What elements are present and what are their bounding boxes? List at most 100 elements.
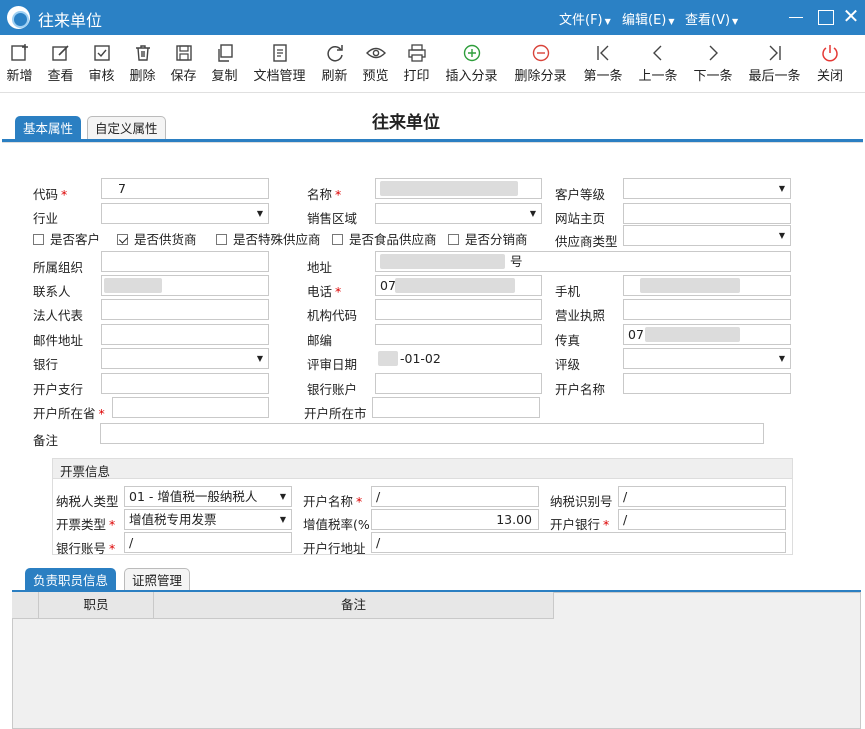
next-icon — [709, 45, 718, 61]
tax-id-input[interactable]: / — [618, 486, 786, 507]
label-mobile: 手机 — [555, 284, 581, 299]
checkbox-box[interactable] — [332, 234, 343, 245]
industry-select[interactable] — [101, 203, 269, 224]
checkbox-box[interactable] — [216, 234, 227, 245]
bank-select[interactable] — [101, 348, 269, 369]
supplier-type-select[interactable] — [623, 225, 791, 246]
remark-input[interactable] — [100, 423, 764, 444]
maximize-button[interactable] — [814, 6, 836, 28]
tab-staff-info[interactable]: 负责职员信息 — [25, 568, 117, 592]
label-invoice-name: 开户名称 * — [303, 494, 363, 509]
org-code-input[interactable] — [375, 299, 542, 320]
redacted-block — [640, 278, 740, 293]
redacted-block — [395, 278, 515, 293]
bank-account-input[interactable] — [375, 373, 542, 394]
tax-rate-input[interactable]: 13.00 — [371, 509, 539, 530]
code-input[interactable]: 7 — [101, 178, 269, 199]
review-date-input[interactable]: -01-02 — [375, 348, 542, 369]
label-account-no: 银行账号 * — [56, 541, 116, 556]
power-icon — [822, 45, 838, 62]
audit-button[interactable]: 审核 — [88, 39, 115, 84]
close-window-button[interactable]: ✕ — [840, 6, 862, 28]
website-input[interactable] — [623, 203, 791, 224]
label-address: 地址 — [307, 260, 333, 275]
rating-select[interactable] — [623, 348, 791, 369]
taxpayer-type-select[interactable]: 01 - 增值税一般纳税人 — [124, 486, 292, 507]
menu-file[interactable]: 文件(F) ▼ — [559, 9, 611, 28]
grid-header-remark[interactable]: 备注 — [154, 592, 554, 618]
grid-row-header — [12, 592, 39, 618]
window-title: 往来单位 — [38, 11, 103, 30]
invoice-name-input[interactable]: / — [371, 486, 539, 507]
menu-edit[interactable]: 编辑(E) ▼ — [622, 9, 675, 28]
postcode-input[interactable] — [375, 324, 542, 345]
refresh-icon — [326, 45, 343, 62]
tab-custom[interactable]: 自定义属性 — [87, 116, 166, 140]
label-taxpayer-type: 纳税人类型 — [56, 494, 119, 509]
tab-license-manage[interactable]: 证照管理 — [124, 568, 191, 592]
next-record-button[interactable]: 下一条 — [692, 39, 734, 84]
document-manage-button[interactable]: 文档管理 — [252, 39, 307, 84]
label-org: 所属组织 — [33, 260, 84, 275]
checkbox-box[interactable] — [448, 234, 459, 245]
city-input[interactable] — [372, 397, 540, 418]
label-code: 代码 * — [33, 187, 68, 202]
checkbox-customer[interactable]: 是否客户 — [33, 229, 100, 248]
customer-level-select[interactable] — [623, 178, 791, 199]
form-title: 往来单位 — [372, 113, 440, 133]
license-input[interactable] — [623, 299, 791, 320]
province-input[interactable] — [112, 397, 269, 418]
app-logo-icon — [7, 6, 30, 29]
checkbox-food-supplier[interactable]: 是否食品供应商 — [332, 229, 437, 248]
bank-address-input[interactable]: / — [371, 532, 786, 553]
label-customer-level: 客户等级 — [555, 187, 606, 202]
label-bank-account: 银行账户 — [307, 382, 358, 397]
new-icon — [10, 44, 28, 61]
mail-address-input[interactable] — [101, 324, 269, 345]
redacted-block — [380, 254, 505, 269]
checkbox-special-supplier[interactable]: 是否特殊供应商 — [216, 229, 321, 248]
delete-entry-button[interactable]: 删除分录 — [513, 39, 568, 84]
checkbox-box-checked[interactable] — [117, 234, 128, 245]
delete-button[interactable]: 删除 — [129, 39, 156, 84]
org-input[interactable] — [101, 251, 269, 272]
sales-region-select[interactable] — [375, 203, 542, 224]
account-name-input[interactable] — [623, 373, 791, 394]
trash-icon — [135, 45, 150, 61]
prev-icon — [653, 45, 662, 61]
title-bar: 往来单位 文件(F) ▼ 编辑(E) ▼ 查看(V) ▼ ✕ — [0, 0, 865, 35]
tab-basic[interactable]: 基本属性 — [15, 116, 82, 140]
copy-button[interactable]: 复制 — [211, 39, 238, 84]
checkbox-distributor[interactable]: 是否分销商 — [448, 229, 528, 248]
grid-header-staff[interactable]: 职员 — [39, 592, 154, 618]
close-button[interactable]: 关闭 — [816, 39, 844, 84]
invoice-bank-input[interactable]: / — [618, 509, 786, 530]
label-legal-rep: 法人代表 — [33, 308, 84, 323]
menu-view[interactable]: 查看(V) ▼ — [685, 9, 738, 28]
invoice-type-select[interactable]: 增值税专用发票 — [124, 509, 292, 530]
redacted-block — [380, 181, 518, 196]
printer-icon — [407, 44, 426, 62]
preview-button[interactable]: 预览 — [362, 39, 389, 84]
view-button[interactable]: 查看 — [47, 39, 74, 84]
checkbox-supplier[interactable]: 是否供货商 — [117, 229, 197, 248]
label-tax-id: 纳税识别号 — [550, 494, 613, 509]
label-industry: 行业 — [33, 211, 59, 226]
checkbox-box[interactable] — [33, 234, 44, 245]
refresh-button[interactable]: 刷新 — [321, 39, 348, 84]
last-record-button[interactable]: 最后一条 — [747, 39, 802, 84]
new-button[interactable]: 新增 — [6, 39, 33, 84]
print-button[interactable]: 打印 — [403, 39, 430, 84]
insert-entry-button[interactable]: 插入分录 — [444, 39, 499, 84]
label-org-code: 机构代码 — [307, 308, 358, 323]
save-button[interactable]: 保存 — [170, 39, 197, 84]
prev-record-button[interactable]: 上一条 — [637, 39, 679, 84]
label-mail-address: 邮件地址 — [33, 333, 84, 348]
minimize-button[interactable] — [785, 6, 807, 28]
first-record-button[interactable]: 第一条 — [582, 39, 624, 84]
legal-rep-input[interactable] — [101, 299, 269, 320]
label-bank-address: 开户行地址 — [303, 541, 366, 556]
account-no-input[interactable]: / — [124, 532, 292, 553]
label-sales-region: 销售区域 — [307, 211, 358, 226]
branch-input[interactable] — [101, 373, 269, 394]
